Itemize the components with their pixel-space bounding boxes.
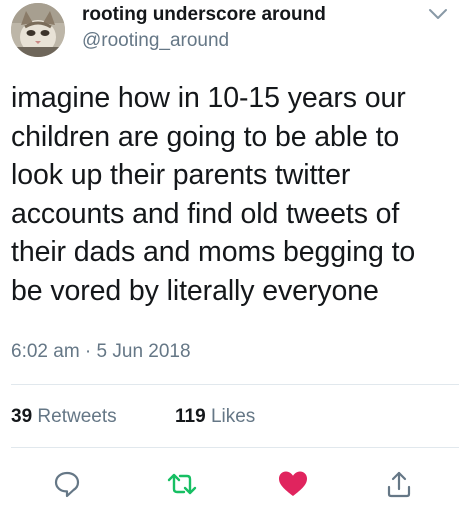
avatar[interactable] xyxy=(11,3,65,57)
likes-stat[interactable]: 119 Likes xyxy=(175,406,255,428)
likes-label: Likes xyxy=(210,406,256,427)
retweet-icon xyxy=(167,473,197,495)
cat-avatar-image xyxy=(11,3,65,57)
like-button[interactable] xyxy=(275,466,311,502)
reply-button[interactable] xyxy=(49,466,85,502)
retweets-label: Retweets xyxy=(37,406,117,427)
heart-icon xyxy=(279,471,307,496)
tweet-text-line: be vored by literally everyone xyxy=(11,274,379,307)
tweet-text-line: their dads and moms begging to xyxy=(11,236,416,268)
reply-icon xyxy=(54,471,80,498)
share-button[interactable] xyxy=(381,466,417,502)
tweet-text: imagine how in 10-15 years our children … xyxy=(11,79,466,310)
tweet: rooting underscore around @rooting_aroun… xyxy=(0,0,474,520)
tweet-text-line: imagine how in 10-15 years our xyxy=(11,82,406,114)
likes-count: 119 xyxy=(175,406,206,427)
retweets-stat[interactable]: 39 Retweets xyxy=(11,406,117,428)
tweet-text-line: look up their parents twitter xyxy=(11,159,351,191)
tweet-timestamp[interactable]: 6:02 am · 5 Jun 2018 xyxy=(11,341,191,363)
display-name[interactable]: rooting underscore around xyxy=(82,4,326,26)
retweets-count: 39 xyxy=(11,406,33,427)
chevron-down-icon[interactable] xyxy=(427,6,449,22)
tweet-text-line: children are going to be able to xyxy=(11,120,400,153)
divider xyxy=(11,384,459,385)
retweet-button[interactable] xyxy=(164,466,200,502)
user-handle[interactable]: @rooting_around xyxy=(82,30,229,52)
divider xyxy=(11,447,459,448)
tweet-text-line: accounts and find old tweets of xyxy=(11,197,400,230)
share-icon xyxy=(387,471,411,498)
